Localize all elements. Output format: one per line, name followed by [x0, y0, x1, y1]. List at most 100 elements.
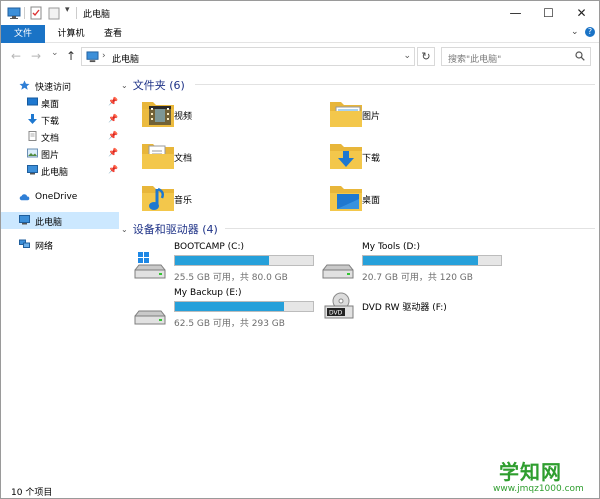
folder-label: 下载 [362, 154, 381, 164]
new-folder-icon[interactable] [48, 6, 60, 20]
navigation-pane: 快速访问 桌面 📌 下载 📌 文档 📌 图片 📌 此电脑 📌 OneDrive … [1, 71, 119, 471]
item-count: 10 个项目 [11, 488, 53, 498]
drive-space-info: 62.5 GB 可用，共 293 GB [174, 319, 285, 329]
folder-label: 图片 [362, 112, 381, 122]
computer-icon [86, 51, 99, 63]
folder-music[interactable]: 音乐 [141, 181, 321, 215]
sidebar-item-label: 快速访问 [35, 83, 72, 93]
pin-icon[interactable]: 📌 [108, 97, 118, 106]
collapse-icon[interactable]: ⌄ [121, 225, 128, 234]
back-icon[interactable]: ← [11, 49, 21, 63]
sidebar-item-label: 文档 [41, 134, 60, 144]
minimize-button[interactable]: — [499, 1, 532, 25]
sidebar-item-label: OneDrive [35, 192, 78, 202]
downloads-folder-icon [330, 144, 362, 169]
download-icon [28, 114, 37, 124]
desktop-folder-icon [330, 186, 362, 211]
customize-quick-access-icon[interactable]: ▾ [65, 5, 70, 15]
address-dropdown-icon[interactable]: ⌄ [403, 51, 411, 61]
desktop-icon [27, 97, 38, 106]
hard-drive-icon [134, 310, 166, 325]
cloud-icon [19, 194, 30, 201]
close-button[interactable]: ✕ [565, 1, 598, 25]
ribbon-tabs: 文件 计算机 查看 ⌄ ? [1, 25, 599, 43]
sidebar-item-this-pc-quick[interactable]: 此电脑 📌 [1, 162, 119, 179]
sidebar-item-onedrive[interactable]: OneDrive [1, 189, 119, 206]
drives-group-header[interactable]: ⌄ 设备和驱动器 (4) [121, 221, 218, 237]
drive-name: BOOTCAMP (C:) [174, 242, 244, 252]
up-icon[interactable]: ↑ [66, 49, 76, 63]
minimize-icon: — [509, 6, 522, 20]
computer-icon [19, 215, 30, 225]
sidebar-item-quick-access[interactable]: 快速访问 [1, 77, 119, 94]
drive-d[interactable]: My Tools (D:) 20.7 GB 可用，共 120 GB [321, 242, 521, 286]
watermark-logo: 学知网 [499, 460, 562, 484]
drive-name: My Tools (D:) [362, 242, 420, 252]
sidebar-item-label: 网络 [35, 242, 54, 252]
drive-f[interactable]: DVD DVD RW 驱动器 (F:) [321, 292, 521, 336]
search-placeholder: 搜索"此电脑" [448, 55, 502, 65]
document-icon [28, 131, 37, 141]
pictures-folder-icon [330, 102, 362, 127]
star-icon [19, 80, 30, 90]
computer-icon [27, 165, 38, 175]
group-divider [195, 84, 595, 85]
sidebar-item-label: 桌面 [41, 100, 60, 110]
collapse-icon[interactable]: ⌄ [121, 81, 128, 90]
folder-label: 文档 [174, 154, 193, 164]
breadcrumb-chevron-icon[interactable]: › [102, 51, 106, 61]
sidebar-item-desktop[interactable]: 桌面 📌 [1, 94, 119, 111]
sidebar-item-this-pc[interactable]: 此电脑 [1, 212, 119, 229]
sidebar-item-label: 下载 [41, 117, 60, 127]
network-icon [19, 239, 30, 248]
svg-text:DVD: DVD [329, 310, 343, 317]
folder-downloads[interactable]: 下载 [329, 139, 509, 173]
drive-space-info: 20.7 GB 可用，共 120 GB [362, 273, 473, 283]
folder-desktop[interactable]: 桌面 [329, 181, 509, 215]
pin-icon[interactable]: 📌 [108, 131, 118, 140]
maximize-button[interactable]: ☐ [532, 1, 565, 25]
sidebar-item-network[interactable]: 网络 [1, 236, 119, 253]
title-bar: ▾ 此电脑 — ☐ ✕ [1, 1, 599, 25]
drive-usage-bar [174, 255, 314, 266]
tab-view[interactable]: 查看 [93, 25, 133, 43]
windows-drive-icon [134, 252, 166, 279]
drive-usage-bar [362, 255, 502, 266]
search-icon[interactable] [575, 51, 585, 61]
pin-icon[interactable]: 📌 [108, 114, 118, 123]
properties-icon[interactable] [30, 6, 42, 20]
group-divider [225, 228, 595, 229]
breadcrumb[interactable]: 此电脑 [112, 52, 139, 65]
sidebar-item-label: 此电脑 [35, 218, 63, 228]
expand-ribbon-icon[interactable]: ⌄ [571, 27, 579, 37]
drive-c[interactable]: BOOTCAMP (C:) 25.5 GB 可用，共 80.0 GB [133, 242, 333, 286]
drives-group-title: 设备和驱动器 (4) [132, 223, 218, 236]
videos-folder-icon [142, 102, 174, 127]
folder-pictures[interactable]: 图片 [329, 97, 509, 131]
content-pane: ⌄ 文件夹 (6) 视频 图片 文档 下载 音乐 桌面 ⌄ 设备和驱动器 (4)… [121, 71, 599, 471]
folder-videos[interactable]: 视频 [141, 97, 321, 131]
music-folder-icon [142, 186, 174, 211]
maximize-icon: ☐ [543, 6, 554, 20]
drive-usage-fill [175, 302, 285, 311]
sidebar-item-pictures[interactable]: 图片 📌 [1, 145, 119, 162]
refresh-button[interactable]: ↻ [417, 47, 435, 66]
watermark: 学知网 www.jmqz1000.com [493, 456, 600, 499]
folder-documents[interactable]: 文档 [141, 139, 321, 173]
recent-locations-icon[interactable]: ⌄ [51, 48, 59, 58]
drive-e[interactable]: My Backup (E:) 62.5 GB 可用，共 293 GB [133, 288, 333, 332]
tab-computer[interactable]: 计算机 [49, 25, 93, 43]
pin-icon[interactable]: 📌 [108, 148, 118, 157]
tab-file[interactable]: 文件 [1, 25, 45, 43]
address-bar[interactable]: › 此电脑 ⌄ [81, 47, 415, 66]
search-input[interactable]: 搜索"此电脑" [441, 47, 591, 66]
sidebar-item-documents[interactable]: 文档 📌 [1, 128, 119, 145]
pin-icon[interactable]: 📌 [108, 165, 118, 174]
sidebar-item-downloads[interactable]: 下载 📌 [1, 111, 119, 128]
help-icon[interactable]: ? [585, 27, 595, 37]
dvd-drive-icon: DVD [324, 292, 354, 319]
folders-group-header[interactable]: ⌄ 文件夹 (6) [121, 77, 185, 93]
forward-icon[interactable]: → [31, 49, 41, 63]
close-icon: ✕ [576, 6, 587, 20]
sidebar-item-label: 此电脑 [41, 168, 69, 178]
